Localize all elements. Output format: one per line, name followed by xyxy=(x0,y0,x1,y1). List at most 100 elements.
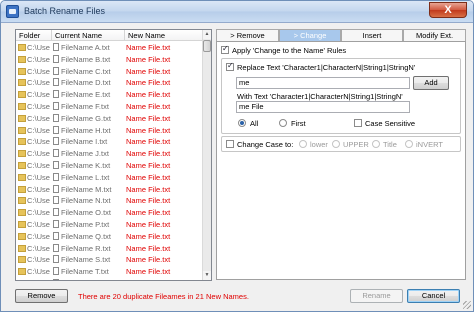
table-row[interactable]: C:\Use FileName S.txt Name File.txt xyxy=(16,254,203,266)
column-new-name[interactable]: New Name xyxy=(125,30,203,41)
current-name: FileName O.txt xyxy=(61,208,112,218)
file-icon xyxy=(53,267,59,276)
tab-insert[interactable]: Insert xyxy=(341,29,403,41)
folder-icon xyxy=(18,150,26,158)
cancel-button[interactable]: Cancel xyxy=(407,289,460,303)
resize-grip[interactable] xyxy=(463,301,471,309)
folder-icon xyxy=(18,138,26,146)
folder-cell: C:\Use xyxy=(18,195,52,207)
table-row[interactable]: C:\Use FileName I.txt Name File.txt xyxy=(16,136,203,148)
replace-text-checkbox[interactable] xyxy=(226,61,234,71)
table-row[interactable]: C:\Use FileName O.txt Name File.txt xyxy=(16,207,203,219)
case-sensitive-checkbox[interactable] xyxy=(354,119,362,127)
table-row[interactable]: C:\Use FileName N.txt Name File.txt xyxy=(16,195,203,207)
table-row[interactable]: C:\Use FileName E.txt Name File.txt xyxy=(16,89,203,101)
tab-modify-ext[interactable]: Modify Ext. xyxy=(403,29,466,41)
current-name-cell: FileName D.txt xyxy=(53,77,124,89)
replace-group: Replace Text 'Character1|CharacterN|Stri… xyxy=(221,58,461,134)
folder-cell: C:\Use xyxy=(18,89,52,101)
column-folder[interactable]: Folder xyxy=(16,30,52,41)
new-name-cell: Name File.txt xyxy=(126,243,171,253)
new-name-cell: Name File.txt xyxy=(126,66,171,76)
file-icon xyxy=(53,231,59,240)
current-name-cell: FileName C.txt xyxy=(53,66,124,78)
folder-path: C:\Use xyxy=(27,66,50,76)
file-icon xyxy=(53,113,59,122)
tab-remove[interactable]: > Remove xyxy=(216,29,279,41)
remove-button[interactable]: Remove xyxy=(15,289,68,303)
folder-path: C:\Use xyxy=(27,149,50,159)
current-name-cell: FileName I.txt xyxy=(53,136,124,148)
radio-first[interactable] xyxy=(279,119,287,127)
current-name-cell: FileName U.txt xyxy=(53,278,124,280)
folder-path: C:\Use xyxy=(27,125,50,135)
folder-path: C:\Use xyxy=(27,101,50,111)
table-row[interactable]: C:\Use FileName G.txt Name File.txt xyxy=(16,113,203,125)
folder-path: C:\Use xyxy=(27,279,50,280)
table-row[interactable]: C:\Use FileName Q.txt Name File.txt xyxy=(16,231,203,243)
folder-icon xyxy=(18,79,26,87)
file-icon xyxy=(53,66,59,75)
folder-path: C:\Use xyxy=(27,172,50,182)
tab-change[interactable]: > Change xyxy=(279,29,341,41)
scroll-thumb[interactable] xyxy=(203,40,211,52)
new-name-cell: Name File.txt xyxy=(126,43,171,52)
table-row[interactable]: C:\Use FileName M.txt Name File.txt xyxy=(16,184,203,196)
case-invert-radio[interactable] xyxy=(405,140,413,148)
table-row[interactable]: C:\Use FileName D.txt Name File.txt xyxy=(16,77,203,89)
change-case-checkbox[interactable] xyxy=(226,140,234,148)
apply-rules-label: Apply 'Change to the Name' Rules xyxy=(232,46,347,55)
folder-icon xyxy=(18,220,26,228)
table-row[interactable]: C:\Use FileName B.txt Name File.txt xyxy=(16,54,203,66)
table-row[interactable]: C:\Use FileName F.txt Name File.txt xyxy=(16,101,203,113)
new-name-cell: Name File.txt xyxy=(126,54,171,64)
window-title: Batch Rename Files xyxy=(24,6,106,16)
folder-cell: C:\Use xyxy=(18,77,52,89)
file-icon xyxy=(53,149,59,158)
file-list[interactable]: Folder Current Name New Name C:\Use FileN… xyxy=(15,29,212,281)
scroll-down-arrow-icon[interactable]: ▼ xyxy=(203,271,211,280)
table-row[interactable]: C:\Use FileName J.txt Name File.txt xyxy=(16,148,203,160)
folder-cell: C:\Use xyxy=(18,136,52,148)
table-row[interactable]: C:\Use FileName K.txt Name File.txt xyxy=(16,160,203,172)
with-text-input[interactable]: me File xyxy=(236,101,410,113)
folder-cell: C:\Use xyxy=(18,184,52,196)
folder-icon xyxy=(18,91,26,99)
folder-path: C:\Use xyxy=(27,208,50,218)
case-sensitive-label: Case Sensitive xyxy=(365,119,416,128)
case-upper-radio[interactable] xyxy=(332,140,340,148)
folder-icon xyxy=(18,232,26,240)
replace-text-input[interactable]: me xyxy=(236,77,410,89)
new-name-cell: Name File.txt xyxy=(126,160,171,170)
add-button[interactable]: Add xyxy=(413,76,449,90)
new-name-cell: Name File.txt xyxy=(126,196,171,206)
file-icon xyxy=(53,125,59,134)
table-row[interactable]: C:\Use FileName R.txt Name File.txt xyxy=(16,243,203,255)
table-row[interactable]: C:\Use FileName A.txt Name File.txt xyxy=(16,42,203,54)
scroll-up-arrow-icon[interactable]: ▲ xyxy=(203,30,211,39)
table-row[interactable]: C:\Use FileName T.txt Name File.txt xyxy=(16,266,203,278)
rename-button[interactable]: Rename xyxy=(350,289,403,303)
table-row[interactable]: C:\Use FileName P.txt Name File.txt xyxy=(16,219,203,231)
folder-cell: C:\Use xyxy=(18,148,52,160)
current-name-cell: FileName A.txt xyxy=(53,42,124,54)
file-icon xyxy=(53,255,59,264)
list-scrollbar[interactable]: ▲ ▼ xyxy=(202,30,211,280)
table-row[interactable]: C:\Use FileName L.txt Name File.txt xyxy=(16,172,203,184)
current-name: FileName A.txt xyxy=(61,43,110,52)
current-name: FileName B.txt xyxy=(61,54,111,64)
file-icon xyxy=(53,196,59,205)
case-lower-radio[interactable] xyxy=(299,140,307,148)
table-row[interactable]: C:\Use FileName C.txt Name File.txt xyxy=(16,66,203,78)
radio-all[interactable] xyxy=(238,119,246,127)
folder-cell: C:\Use xyxy=(18,278,52,280)
column-current-name[interactable]: Current Name xyxy=(52,30,125,41)
apply-rules-checkbox[interactable] xyxy=(221,44,229,54)
case-title-radio[interactable] xyxy=(372,140,380,148)
close-button[interactable]: X xyxy=(429,2,467,18)
folder-cell: C:\Use xyxy=(18,125,52,137)
folder-path: C:\Use xyxy=(27,113,50,123)
table-row[interactable]: C:\Use FileName H.txt Name File.txt xyxy=(16,125,203,137)
with-text-label: With Text 'Character1|CharacterN|String1… xyxy=(237,92,403,101)
table-row[interactable]: C:\Use FileName U.txt Name File.txt xyxy=(16,278,203,280)
